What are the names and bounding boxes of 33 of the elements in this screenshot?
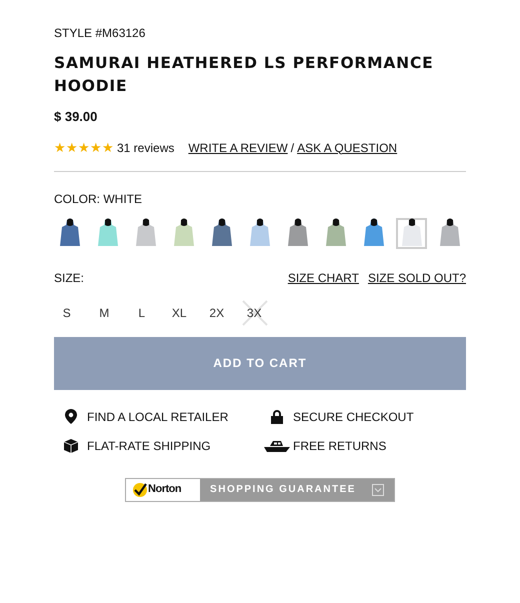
product-price: $ 39.00	[54, 108, 98, 126]
guarantee-text: SHOPPING GUARANTEE	[210, 483, 356, 497]
size-chart-link[interactable]: SIZE CHART	[288, 268, 359, 286]
color-swatch[interactable]	[396, 218, 427, 248]
location-pin-icon	[64, 409, 76, 424]
size-option[interactable]: XL	[160, 298, 198, 326]
star-rating: ★★★★★	[54, 141, 114, 154]
ask-question-link[interactable]: ASK A QUESTION	[297, 138, 398, 156]
product-title: SAMURAI HEATHERED LS PERFORMANCE HOODIE	[54, 53, 435, 97]
checkmark-icon	[132, 482, 148, 498]
style-number: STYLE #M63126	[54, 25, 146, 42]
write-review-link[interactable]: WRITE A REVIEW	[188, 138, 288, 156]
feature-label: SECURE CHECKOUT	[293, 408, 414, 426]
feature-label: FIND A LOCAL RETAILER	[87, 408, 228, 426]
size-option[interactable]: 2X	[198, 298, 236, 326]
size-option[interactable]: L	[123, 298, 160, 326]
review-count: 31 reviews	[117, 140, 174, 156]
norton-brand: Norton	[148, 482, 182, 498]
feature-label: FLAT-RATE SHIPPING	[87, 438, 211, 454]
lock-icon	[270, 410, 282, 424]
size-label: SIZE:	[54, 270, 84, 286]
feature-label: FREE RETURNS	[293, 438, 386, 454]
boat-icon	[264, 440, 290, 452]
size-sold-out-link[interactable]: SIZE SOLD OUT?	[368, 268, 466, 286]
dropdown-icon	[372, 484, 384, 496]
size-option[interactable]: 3X	[236, 298, 273, 326]
norton-badge[interactable]: Norton SHOPPING GUARANTEE	[125, 478, 395, 502]
color-label: COLOR: WHITE	[54, 190, 144, 208]
box-icon	[64, 438, 78, 452]
size-option[interactable]: M	[86, 298, 123, 326]
size-option[interactable]: S	[48, 298, 86, 326]
link-separator: /	[290, 140, 294, 156]
sold-out-cross-icon	[240, 298, 268, 326]
